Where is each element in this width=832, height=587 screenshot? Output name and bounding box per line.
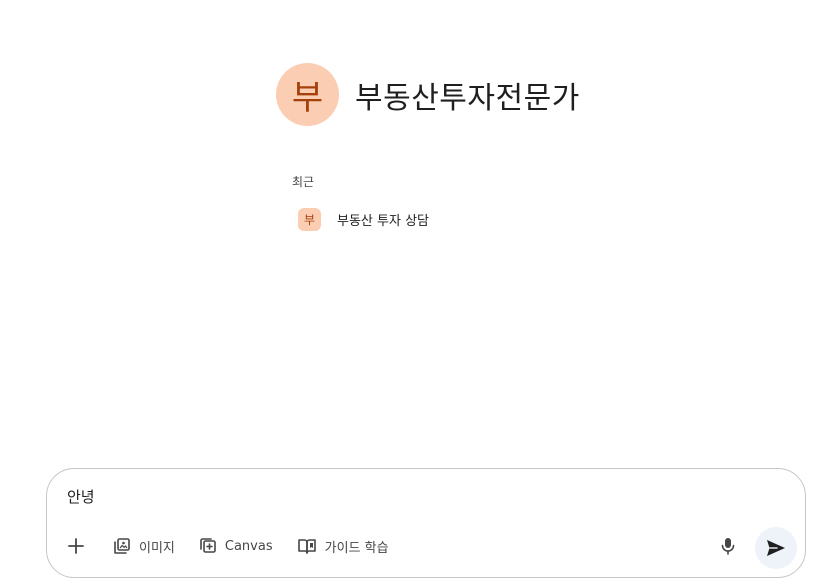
send-button[interactable] [755, 527, 797, 569]
gem-title: 부동산투자전문가 [355, 80, 580, 116]
guided-learning-label: 가이드 학습 [324, 540, 389, 556]
gem-header: 부 부동산투자전문가 [276, 63, 580, 126]
image-tool-button[interactable]: 이미지 [101, 529, 187, 563]
book-icon [297, 539, 316, 554]
recent-section-label: 최근 [292, 175, 315, 189]
plus-icon [68, 538, 84, 554]
recent-chat-item[interactable]: 부 부동산 투자 상담 [290, 203, 437, 235]
prompt-input[interactable] [67, 487, 747, 505]
image-tool-label: 이미지 [139, 540, 175, 556]
image-icon [114, 538, 130, 554]
canvas-tool-button[interactable]: Canvas [187, 529, 285, 563]
recent-item-avatar: 부 [298, 207, 321, 231]
composer-toolbar: 이미지 Canvas 가이드 학습 [61, 529, 401, 563]
prompt-composer: 이미지 Canvas 가이드 학습 [46, 468, 806, 578]
recent-item-title: 부동산 투자 상담 [337, 213, 429, 229]
canvas-icon [200, 538, 216, 553]
recent-item-avatar-initial: 부 [303, 212, 316, 227]
canvas-tool-label: Canvas [224, 538, 273, 554]
microphone-button[interactable] [713, 531, 743, 561]
gem-avatar: 부 [276, 63, 339, 126]
send-icon [767, 540, 785, 556]
gem-chat-page: 부 부동산투자전문가 최근 부 부동산 투자 상담 안녕 이미지 Canvas … [0, 0, 832, 587]
guided-learning-button[interactable]: 가이드 학습 [285, 529, 401, 563]
gem-avatar-initial: 부 [291, 78, 324, 118]
add-attachment-button[interactable] [61, 529, 91, 563]
mic-icon [721, 538, 735, 555]
